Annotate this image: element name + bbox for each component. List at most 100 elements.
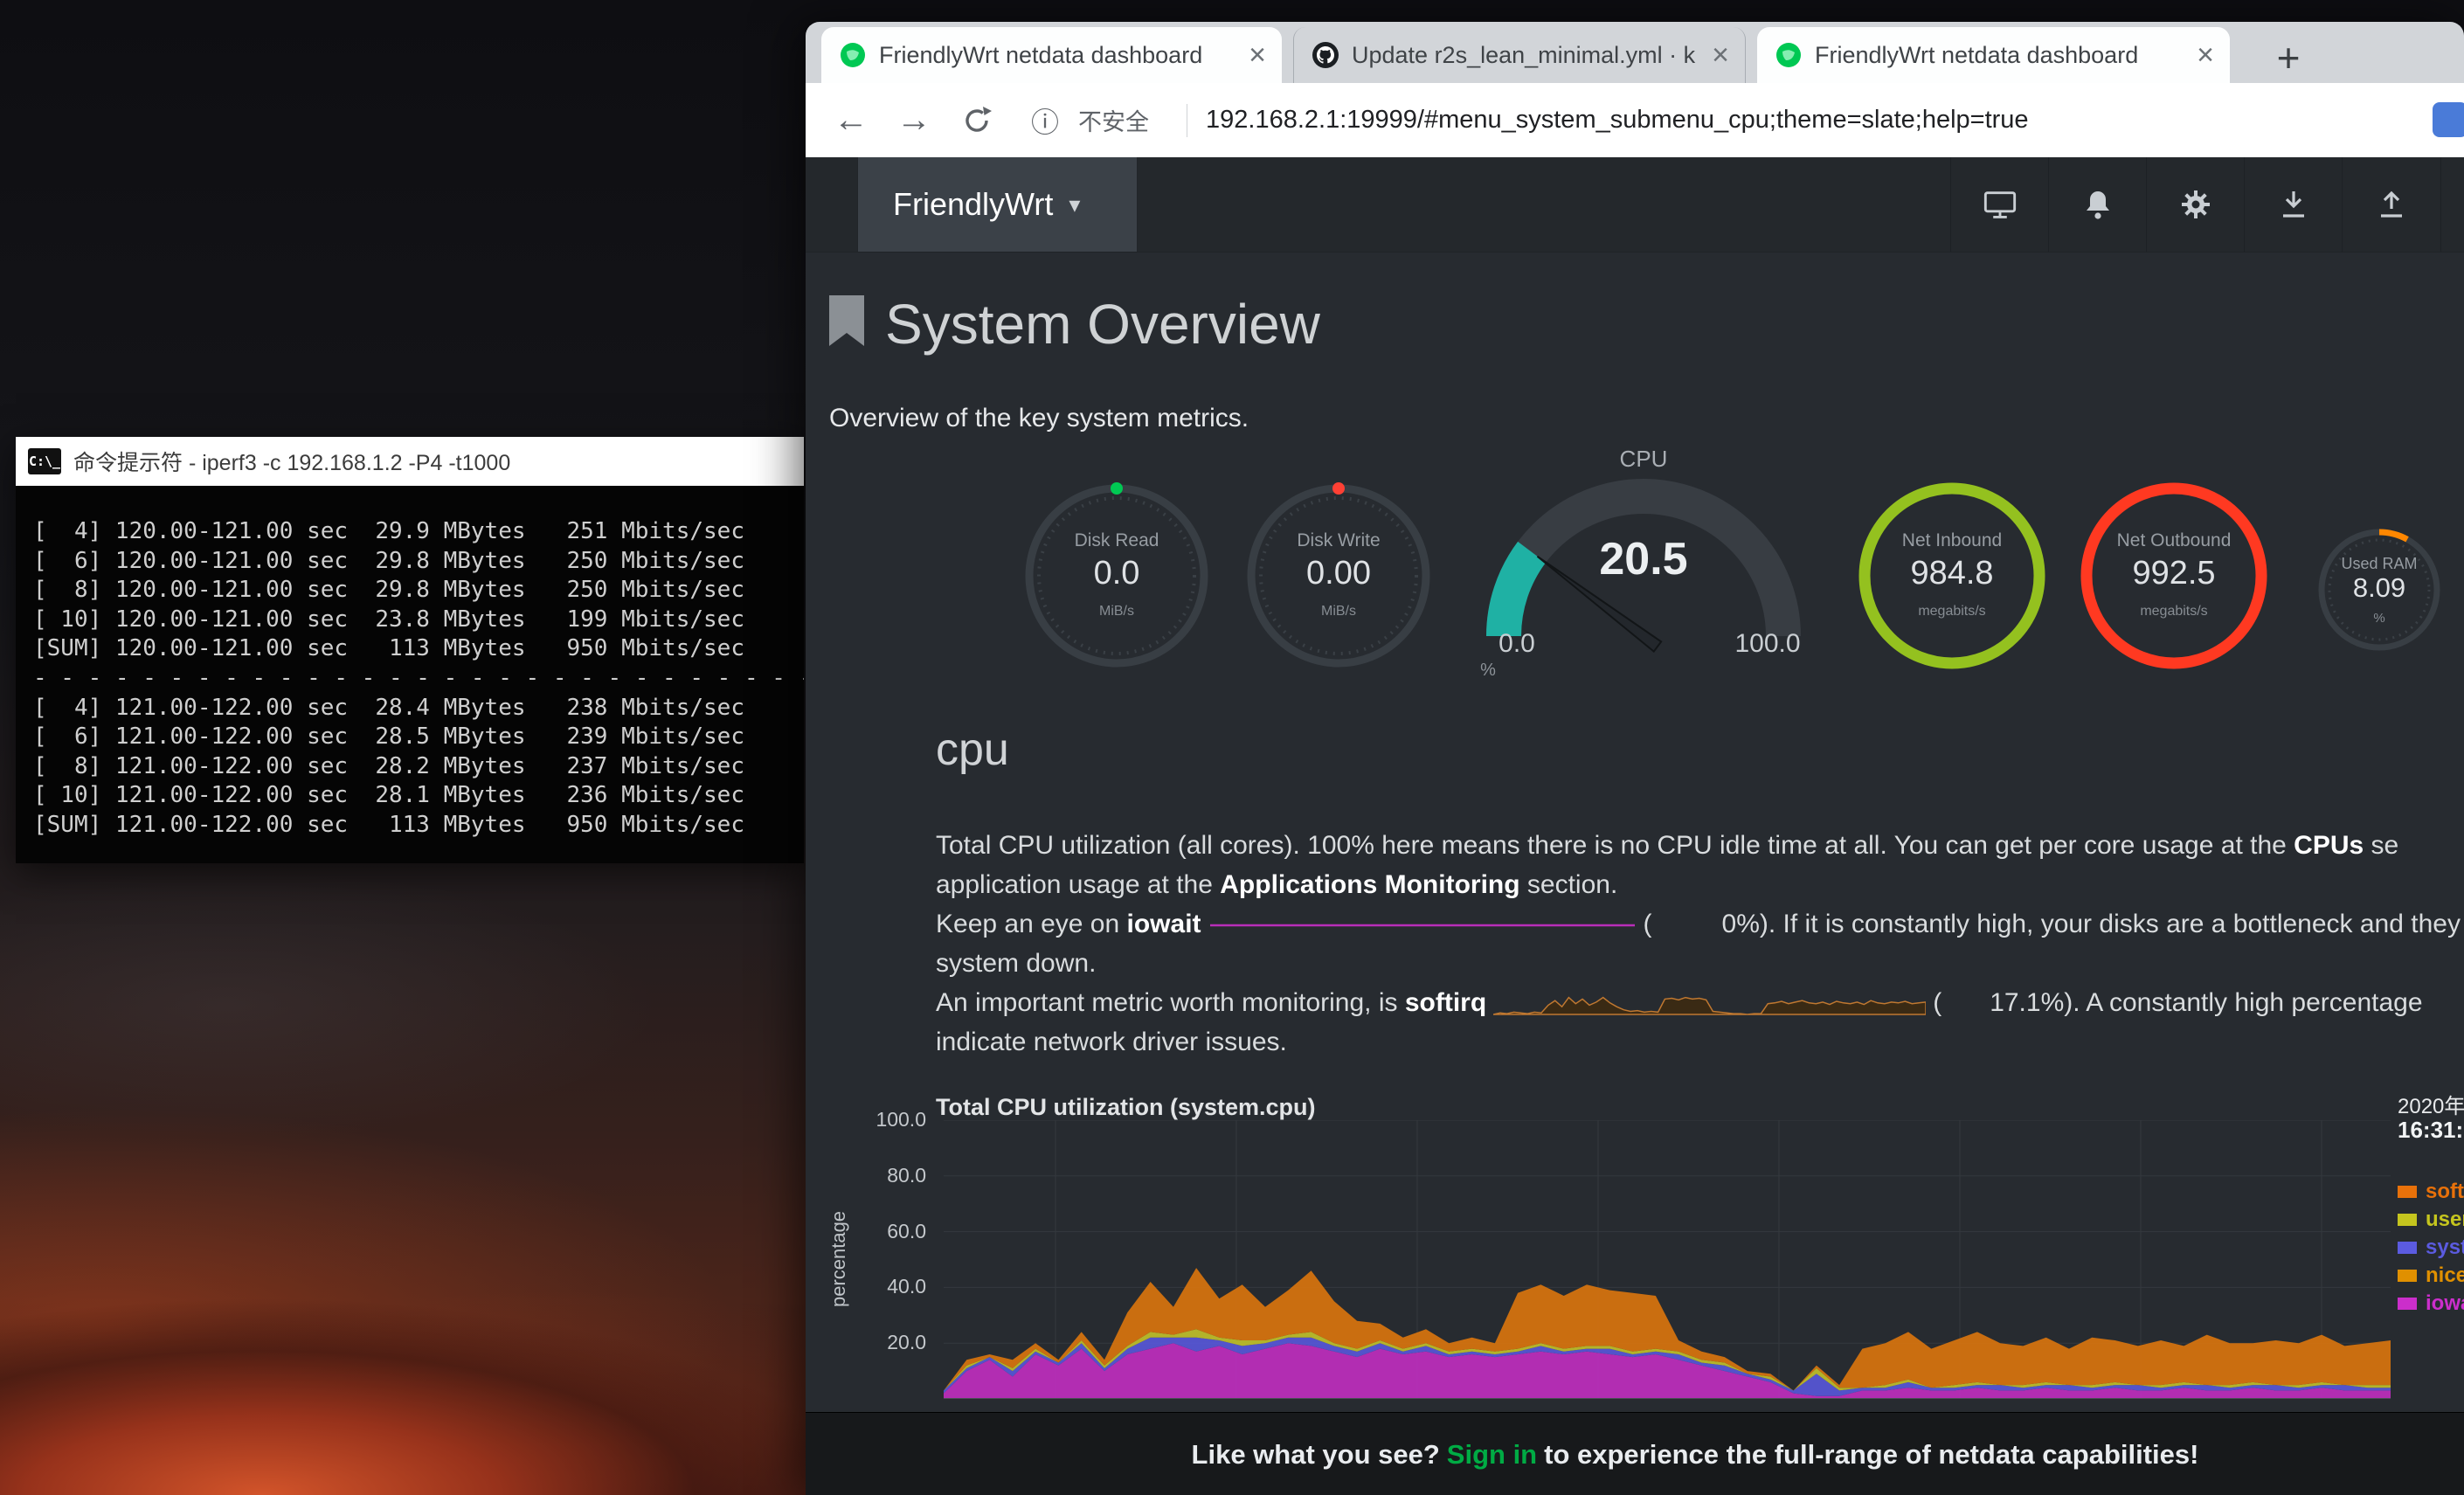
text: Total CPU utilization (all cores). 100% … — [936, 831, 2294, 860]
legend-swatch — [2398, 1242, 2417, 1254]
alarms-button[interactable] — [2048, 157, 2147, 252]
browser-toolbar: ← → ⓘ 不安全 192.168.2.1:19999/#menu_system… — [806, 83, 2464, 158]
legend-item[interactable]: system — [2398, 1234, 2464, 1262]
legend-swatch — [2398, 1214, 2417, 1226]
text: Keep an eye on — [936, 910, 1127, 938]
extension-icon[interactable] — [2433, 102, 2464, 137]
forward-button[interactable]: → — [889, 83, 938, 157]
gauge-unit: megabits/s — [2078, 604, 2270, 619]
download-icon — [2278, 188, 2309, 221]
legend-label: iowait — [2426, 1291, 2464, 1316]
legend-swatch — [2398, 1270, 2417, 1282]
brand-label: FriendlyWrt — [893, 186, 1053, 223]
gear-icon — [2179, 188, 2212, 221]
github-icon — [1312, 41, 1339, 69]
import-snapshot-button[interactable] — [2244, 157, 2343, 252]
signin-link[interactable]: Sign in — [1447, 1439, 1537, 1471]
netdata-navbar: FriendlyWrt ▾ — [806, 157, 2464, 253]
gauge-unit: MiB/s — [1242, 604, 1435, 619]
gauge-disk-read[interactable]: Disk Read 0.0 MiB/s — [1021, 480, 1213, 672]
monitor-button[interactable] — [1950, 157, 2049, 252]
terminal-body: [ 4] 120.00-121.00 sec 29.9 MBytes 251 M… — [16, 486, 804, 863]
text: ( — [1644, 910, 1652, 938]
settings-button[interactable] — [2146, 157, 2245, 252]
terminal-titlebar[interactable]: C:\_ 命令提示符 - iperf3 -c 192.168.1.2 -P4 -… — [16, 437, 804, 486]
tab-strip: FriendlyWrt netdata dashboard × Update r… — [806, 22, 2464, 83]
export-snapshot-button[interactable] — [2342, 157, 2441, 252]
text-line: system down. — [936, 944, 2464, 983]
browser-tab-3-active[interactable]: FriendlyWrt netdata dashboard × — [1757, 27, 2230, 83]
tab-title: Update r2s_lean_minimal.yml · k — [1352, 42, 1701, 69]
applications-monitoring-link[interactable]: Applications Monitoring — [1220, 870, 1519, 899]
text: If it is constantly high, your disks are… — [1775, 910, 2464, 938]
bookmark-icon — [829, 295, 864, 346]
gauge-disk-write[interactable]: Disk Write 0.00 MiB/s — [1242, 480, 1435, 672]
y-tick: 80.0 — [821, 1164, 926, 1187]
gauge-unit: MiB/s — [1021, 604, 1213, 619]
close-icon[interactable]: × — [1712, 40, 1729, 70]
terminal-title: 命令提示符 - iperf3 -c 192.168.1.2 -P4 -t1000 — [73, 446, 510, 477]
gauge-unit: % — [2309, 611, 2449, 626]
gauge-net-inbound[interactable]: Net Inbound 984.8 megabits/s — [1856, 480, 2048, 672]
legend-item[interactable]: user — [2398, 1206, 2464, 1234]
gauge-value: 984.8 — [1856, 555, 2048, 592]
chart-time: 16:31:2 — [2398, 1117, 2464, 1144]
gauge-label: Disk Read — [1021, 530, 1213, 551]
new-tab-button[interactable]: + — [2263, 32, 2314, 83]
y-tick: 60.0 — [821, 1220, 926, 1243]
iowait-sparkline[interactable] — [1208, 920, 1637, 931]
netdata-page: FriendlyWrt ▾ — [806, 157, 2464, 1495]
gauge-max: 100.0 — [1728, 629, 1807, 659]
gauge-label: Net Inbound — [1856, 530, 2048, 551]
gauge-value: 992.5 — [2078, 555, 2270, 592]
gauge-value: 20.5 — [1478, 533, 1810, 585]
gauge-used-ram[interactable]: Used RAM 8.09 % — [2309, 520, 2449, 660]
y-tick: 100.0 — [821, 1108, 926, 1132]
desktop-background: C:\_ 命令提示符 - iperf3 -c 192.168.1.2 -P4 -… — [0, 0, 2464, 1495]
security-label[interactable]: 不安全 — [1078, 83, 1149, 157]
softirq-value: 17.1%). — [1990, 988, 2080, 1017]
signin-text-pre: Like what you see? — [1192, 1439, 1440, 1471]
gauge-label: Disk Write — [1242, 530, 1435, 551]
gauge-dot — [1111, 482, 1123, 495]
chart-title: Total CPU utilization (system.cpu) — [936, 1094, 1316, 1121]
monitor-icon — [1983, 189, 2018, 220]
browser-tab-1[interactable]: FriendlyWrt netdata dashboard × — [821, 27, 1282, 83]
text: application usage at the — [936, 870, 1220, 899]
text: se — [2364, 831, 2398, 860]
gauge-cpu[interactable]: CPU 20.5 0.0 100.0 % — [1478, 446, 1810, 682]
bell-icon — [2082, 188, 2114, 221]
reload-button[interactable] — [952, 83, 1001, 157]
softirq-sparkline[interactable] — [1493, 992, 1926, 1016]
upload-icon — [2376, 188, 2407, 221]
cpu-section-text: Total CPU utilization (all cores). 100% … — [936, 826, 2464, 1062]
legend-item[interactable]: nice — [2398, 1262, 2464, 1290]
text: A constantly high percentage — [2080, 988, 2423, 1017]
info-icon[interactable]: ⓘ — [1031, 83, 1059, 157]
cpu-utilization-chart[interactable] — [944, 1120, 2391, 1399]
gauge-net-outbound[interactable]: Net Outbound 992.5 megabits/s — [2078, 480, 2270, 672]
gauge-dot — [1332, 482, 1345, 495]
legend-item[interactable]: softirq — [2398, 1178, 2464, 1206]
back-button[interactable]: ← — [827, 83, 876, 157]
browser-window: FriendlyWrt netdata dashboard × Update r… — [806, 22, 2464, 1495]
address-bar[interactable]: 192.168.2.1:19999/#menu_system_submenu_c… — [1206, 83, 2029, 157]
tab-title: FriendlyWrt netdata dashboard — [879, 42, 1238, 69]
close-icon[interactable]: × — [1249, 40, 1266, 70]
signin-text-post: to experience the full-range of netdata … — [1544, 1439, 2198, 1471]
legend-item[interactable]: iowait — [2398, 1290, 2464, 1318]
text-line: indicate network driver issues. — [936, 1022, 2464, 1062]
terminal-window: C:\_ 命令提示符 - iperf3 -c 192.168.1.2 -P4 -… — [16, 437, 804, 863]
chevron-down-icon: ▾ — [1069, 191, 1080, 218]
netdata-brand-dropdown[interactable]: FriendlyWrt ▾ — [857, 157, 1138, 252]
gauge-label: Net Outbound — [2078, 530, 2270, 551]
browser-tab-2[interactable]: Update r2s_lean_minimal.yml · k × — [1293, 27, 1746, 83]
gauge-min: 0.0 — [1478, 629, 1556, 659]
legend-label: system — [2426, 1235, 2464, 1260]
text: section. — [1520, 870, 1618, 899]
reload-icon — [960, 104, 993, 137]
legend-label: nice — [2426, 1263, 2464, 1288]
close-icon[interactable]: × — [2197, 40, 2214, 70]
cpus-link[interactable]: CPUs — [2294, 831, 2364, 860]
legend-label: softirq — [2426, 1180, 2464, 1204]
